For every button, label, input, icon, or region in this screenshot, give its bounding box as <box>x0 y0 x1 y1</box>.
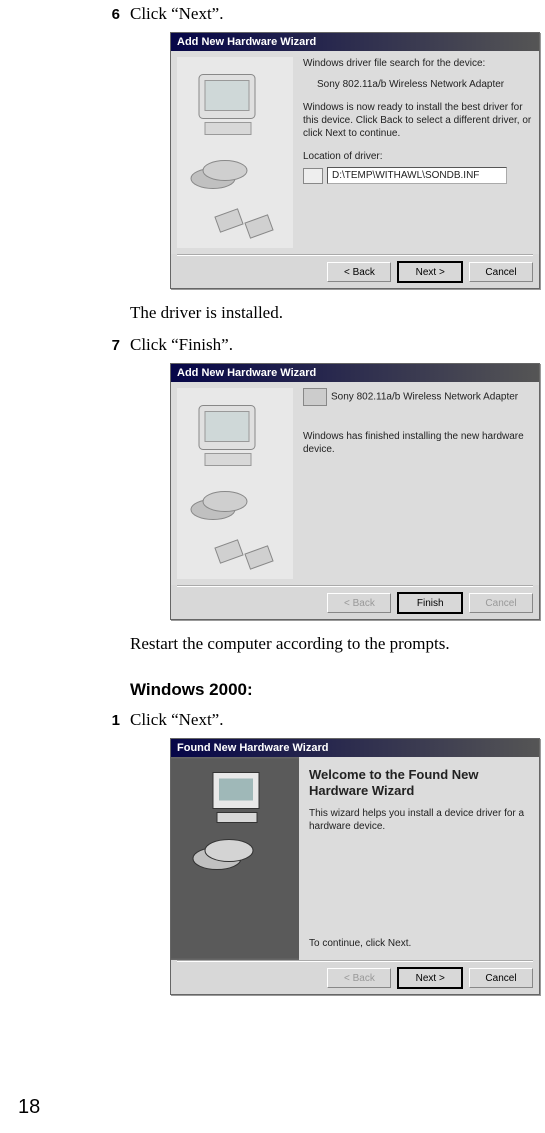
restart-text: Restart the computer according to the pr… <box>130 634 535 654</box>
drive-icon <box>303 168 323 184</box>
step-6: 6 Click “Next”. <box>130 4 535 24</box>
welcome-heading: Welcome to the Found New Hardware Wizard <box>309 767 529 799</box>
wizard-side-art-icon <box>171 757 299 960</box>
ready-text: Windows is now ready to install the best… <box>303 101 533 140</box>
finished-text: Windows has finished installing the new … <box>303 430 533 456</box>
wizard-art-icon <box>177 57 293 248</box>
step-number: 7 <box>94 337 130 354</box>
step-text: Click “Next”. <box>130 4 535 24</box>
step-number: 6 <box>94 6 130 23</box>
location-label: Location of driver: <box>303 150 533 163</box>
wizard-art-icon <box>177 388 293 579</box>
step-7: 7 Click “Finish”. <box>130 335 535 355</box>
dialog-title: Add New Hardware Wizard <box>171 364 539 382</box>
dialog-title: Add New Hardware Wizard <box>171 33 539 51</box>
dialog-title: Found New Hardware Wizard <box>171 739 539 757</box>
wizard-description: This wizard helps you install a device d… <box>309 807 529 833</box>
device-name: Sony 802.11a/b Wireless Network Adapter <box>317 78 533 91</box>
next-button[interactable]: Next > <box>398 968 462 988</box>
step-text: Click “Next”. <box>130 710 535 730</box>
cancel-button: Cancel <box>469 593 533 613</box>
dialog-add-new-hardware-finish: Add New Hardware Wizard Sony 802.11a/b W… <box>170 363 540 620</box>
driver-path: D:\TEMP\WITHAWL\SONDB.INF <box>327 167 507 184</box>
back-button[interactable]: < Back <box>327 262 391 282</box>
driver-installed-text: The driver is installed. <box>130 303 535 323</box>
cancel-button[interactable]: Cancel <box>469 968 533 988</box>
adapter-icon <box>303 388 327 406</box>
page-number: 18 <box>18 1096 40 1119</box>
step-number: 1 <box>94 712 130 729</box>
cancel-button[interactable]: Cancel <box>469 262 533 282</box>
finish-button[interactable]: Finish <box>398 593 462 613</box>
dialog-add-new-hardware-next: Add New Hardware Wizard Windows driver f… <box>170 32 540 289</box>
step-text: Click “Finish”. <box>130 335 535 355</box>
section-heading-windows-2000: Windows 2000: <box>130 680 535 700</box>
back-button: < Back <box>327 593 391 613</box>
back-button: < Back <box>327 968 391 988</box>
step-1: 1 Click “Next”. <box>130 710 535 730</box>
device-name: Sony 802.11a/b Wireless Network Adapter <box>331 392 518 403</box>
search-label: Windows driver file search for the devic… <box>303 57 533 70</box>
continue-hint: To continue, click Next. <box>309 937 411 950</box>
next-button[interactable]: Next > <box>398 262 462 282</box>
dialog-found-new-hardware: Found New Hardware Wizard Welcome to the… <box>170 738 540 995</box>
